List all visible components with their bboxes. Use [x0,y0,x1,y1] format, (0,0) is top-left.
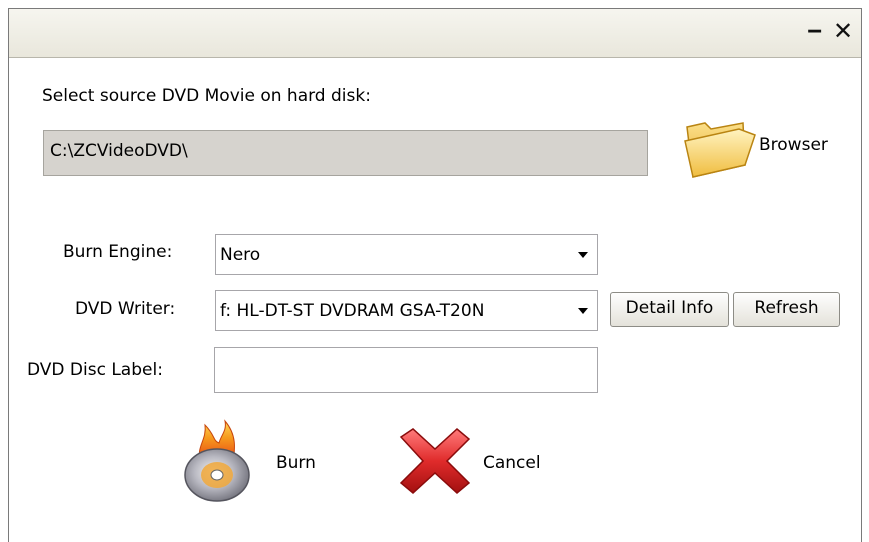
burn-engine-value: Nero [220,245,261,265]
burn-dialog-window: ‒ ✕ Select source DVD Movie on hard disk… [8,8,862,542]
chevron-down-icon[interactable] [578,252,588,258]
source-label: Select source DVD Movie on hard disk: [42,86,371,106]
titlebar: ‒ ✕ [9,9,861,58]
detail-info-button[interactable]: Detail Info [610,292,729,327]
dvd-writer-value: f: HL-DT-ST DVDRAM GSA-T20N [220,301,485,321]
minimize-button[interactable]: ‒ [807,19,822,43]
chevron-down-icon[interactable] [578,308,588,314]
browse-button-label[interactable]: Browser [759,135,828,155]
burn-button-label[interactable]: Burn [276,453,316,473]
close-button[interactable]: ✕ [833,19,853,43]
burn-engine-select[interactable]: Nero [215,234,598,275]
refresh-button[interactable]: Refresh [733,292,840,327]
disc-label-input[interactable] [214,347,598,393]
disc-label-label: DVD Disc Label: [27,360,163,380]
red-x-icon[interactable] [395,425,475,497]
burn-engine-label: Burn Engine: [63,242,173,262]
source-path-value: C:\ZCVideoDVD\ [50,141,188,161]
source-path-field[interactable]: C:\ZCVideoDVD\ [43,130,648,176]
folder-icon[interactable] [681,113,757,179]
dvd-writer-label: DVD Writer: [75,299,176,319]
burning-disc-icon[interactable] [179,419,255,503]
dvd-writer-select[interactable]: f: HL-DT-ST DVDRAM GSA-T20N [215,290,598,331]
cancel-button-label[interactable]: Cancel [483,453,541,473]
